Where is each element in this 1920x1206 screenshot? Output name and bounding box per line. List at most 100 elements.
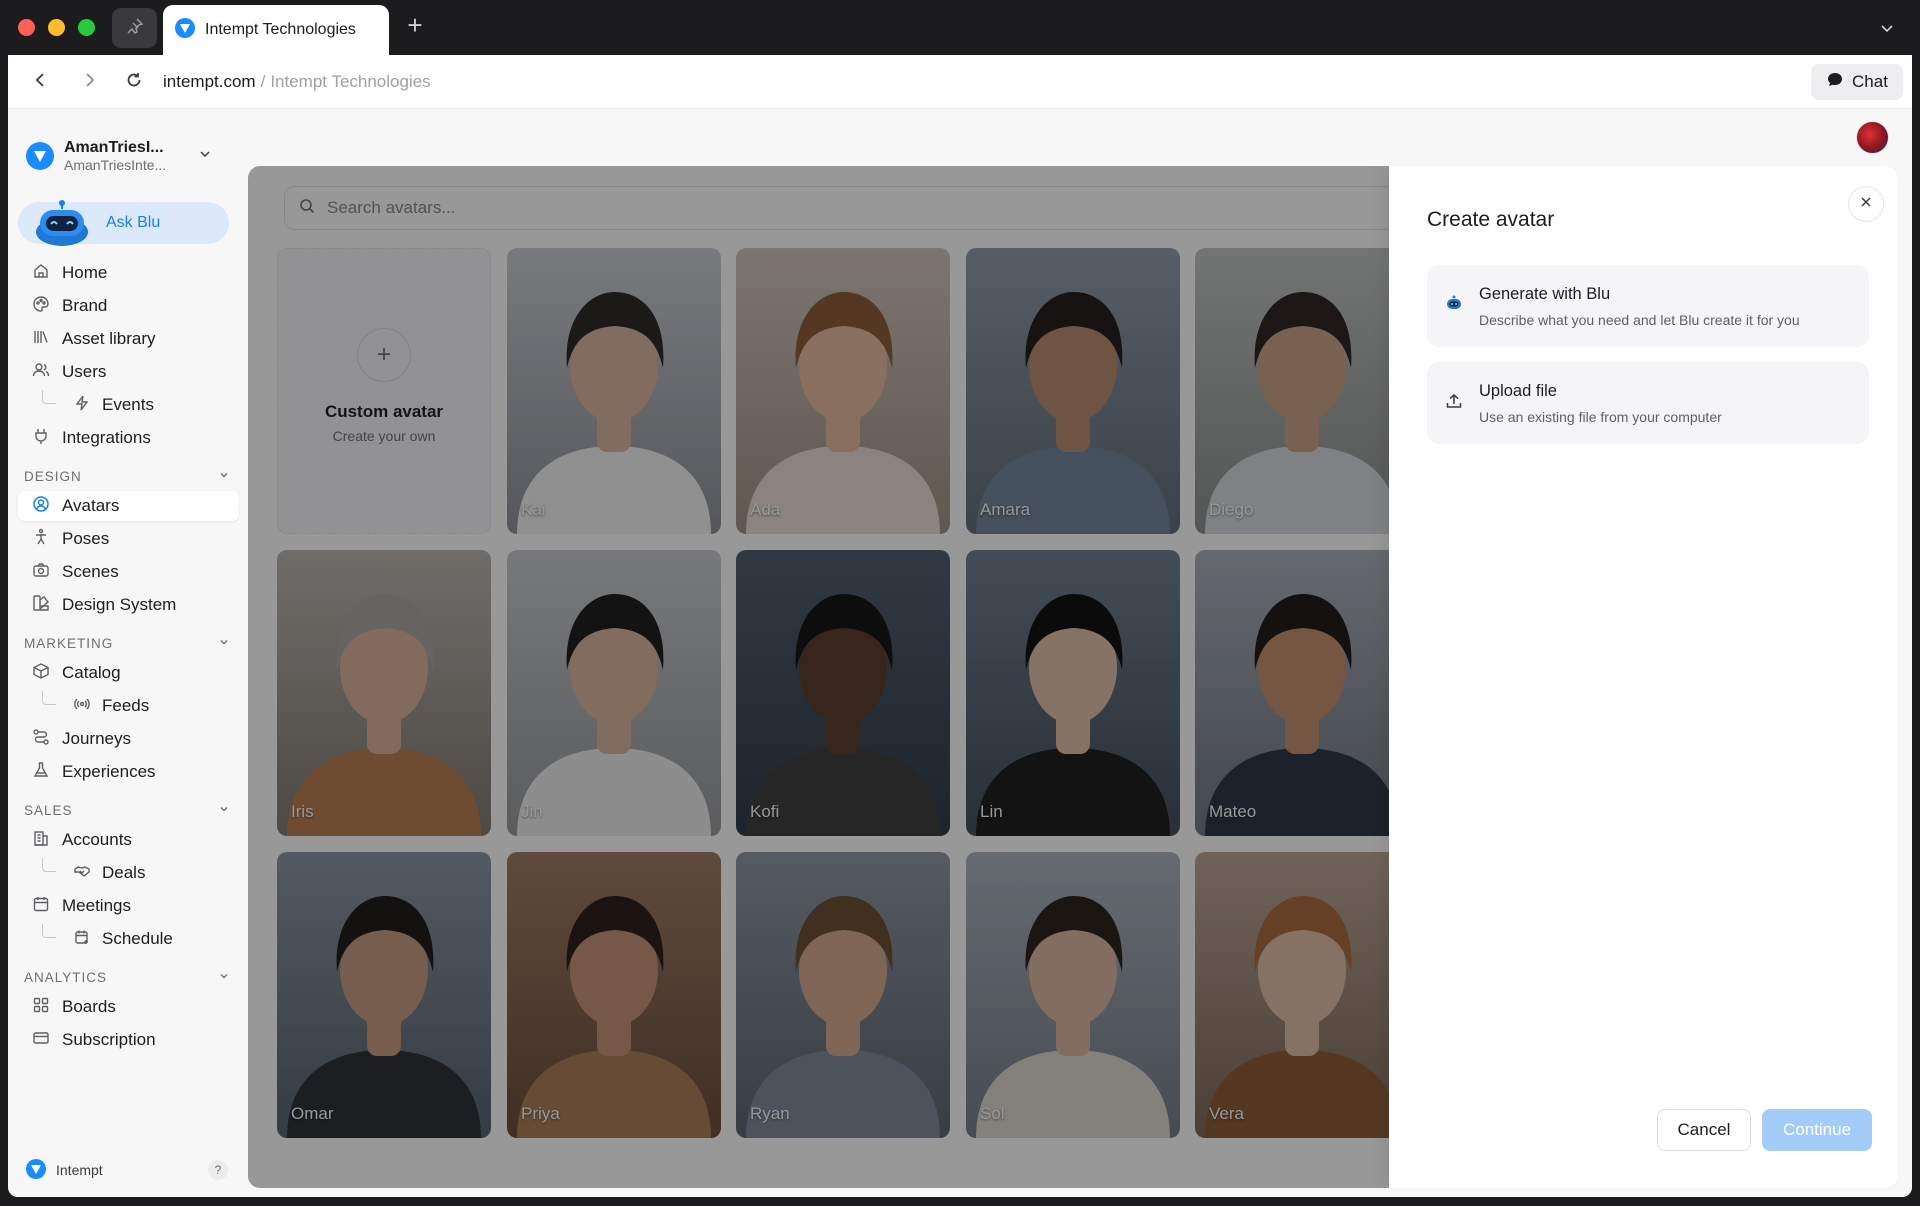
zoom-window-button[interactable] bbox=[78, 19, 95, 36]
browser-tab[interactable]: Intempt Technologies bbox=[163, 5, 389, 55]
ask-blu-label: Ask Blu bbox=[106, 214, 161, 231]
nav-asset-library[interactable]: Asset library bbox=[18, 324, 239, 354]
nav-users[interactable]: Users bbox=[18, 357, 239, 387]
new-tab-button[interactable]: + bbox=[400, 10, 430, 40]
nav-poses-label: Poses bbox=[62, 529, 110, 548]
user-avatar[interactable] bbox=[1856, 121, 1889, 154]
nav-schedule[interactable]: Schedule bbox=[18, 924, 239, 954]
create-avatar-dialog: Create avatar Generate with Blu Describe… bbox=[1389, 166, 1898, 1188]
blu-robot-icon bbox=[1445, 295, 1463, 318]
section-marketing[interactable]: MARKETING bbox=[24, 633, 230, 653]
chevron-down-icon bbox=[218, 970, 230, 985]
sidebar: AmanTriesI... AmanTriesInte... Ask Blu H… bbox=[8, 109, 244, 1197]
url-domain: intempt.com bbox=[163, 72, 256, 91]
browser-titlebar: Intempt Technologies + bbox=[0, 0, 1920, 55]
grid-icon bbox=[32, 996, 50, 1019]
nav-home[interactable]: Home bbox=[18, 258, 239, 288]
nav-scenes[interactable]: Scenes bbox=[18, 557, 239, 587]
nav-brand-label: Brand bbox=[62, 296, 108, 315]
back-button[interactable] bbox=[26, 67, 56, 97]
intempt-logo-icon bbox=[26, 1158, 46, 1182]
home-icon bbox=[32, 262, 50, 285]
section-design-label: DESIGN bbox=[24, 468, 82, 484]
chat-button[interactable]: Chat bbox=[1811, 64, 1903, 100]
reload-button[interactable] bbox=[119, 67, 149, 97]
chevron-down-icon bbox=[218, 469, 230, 484]
nav-design-system[interactable]: Design System bbox=[18, 590, 239, 620]
nav-journeys-label: Journeys bbox=[62, 729, 131, 748]
route-icon bbox=[32, 728, 50, 751]
upload-file-option[interactable]: Upload file Use an existing file from yo… bbox=[1427, 362, 1869, 444]
pin-icon bbox=[125, 16, 145, 41]
workspace-name: AmanTriesI... bbox=[64, 138, 164, 156]
nav-poses[interactable]: Poses bbox=[18, 524, 239, 554]
workspace-subtitle: AmanTriesInte... bbox=[64, 157, 167, 174]
chevron-left-icon bbox=[32, 71, 50, 94]
close-window-button[interactable] bbox=[18, 19, 35, 36]
close-dialog-button[interactable] bbox=[1848, 186, 1884, 222]
option-title: Upload file bbox=[1479, 381, 1557, 400]
continue-button[interactable]: Continue bbox=[1762, 1109, 1872, 1151]
chevron-right-icon bbox=[80, 71, 98, 94]
nav-brand[interactable]: Brand bbox=[18, 291, 239, 321]
flask-icon bbox=[32, 761, 50, 784]
address-bar[interactable]: intempt.com / Intempt Technologies bbox=[153, 63, 1453, 101]
nav-boards-label: Boards bbox=[62, 997, 116, 1016]
nav-meetings[interactable]: Meetings bbox=[18, 891, 239, 921]
help-button[interactable]: ? bbox=[208, 1160, 228, 1180]
nav-deals[interactable]: Deals bbox=[18, 858, 239, 888]
reload-icon bbox=[125, 71, 143, 94]
url-page-title: Intempt Technologies bbox=[270, 72, 431, 91]
forward-button[interactable] bbox=[74, 67, 104, 97]
nav-events[interactable]: Events bbox=[18, 390, 239, 420]
nav-integrations-label: Integrations bbox=[62, 428, 151, 447]
chevron-down-icon bbox=[218, 636, 230, 651]
url-separator: / bbox=[260, 72, 266, 91]
nav-catalog[interactable]: Catalog bbox=[18, 658, 239, 688]
browser-window: intempt.com / Intempt Technologies Chat … bbox=[8, 55, 1912, 1197]
nav-experiences[interactable]: Experiences bbox=[18, 757, 239, 787]
section-analytics-label: ANALYTICS bbox=[24, 969, 108, 985]
footer-brand: Intempt bbox=[56, 1162, 103, 1178]
nav-meetings-label: Meetings bbox=[62, 896, 131, 915]
users-icon bbox=[32, 361, 50, 384]
nav-schedule-label: Schedule bbox=[102, 929, 173, 948]
section-marketing-label: MARKETING bbox=[24, 635, 114, 651]
nav-subscription-label: Subscription bbox=[62, 1030, 156, 1049]
cancel-button[interactable]: Cancel bbox=[1657, 1109, 1751, 1151]
swatch-book-icon bbox=[32, 594, 50, 617]
nav-subscription[interactable]: Subscription bbox=[18, 1025, 239, 1055]
section-design[interactable]: DESIGN bbox=[24, 466, 230, 486]
intempt-logo-icon bbox=[175, 17, 195, 43]
nav-design-system-label: Design System bbox=[62, 595, 177, 614]
nav-boards[interactable]: Boards bbox=[18, 992, 239, 1022]
minimize-window-button[interactable] bbox=[48, 19, 65, 36]
option-description: Use an existing file from your computer bbox=[1479, 408, 1722, 425]
bolt-icon bbox=[74, 395, 90, 416]
pin-tab-button[interactable] bbox=[112, 8, 157, 48]
workspace-switcher[interactable]: AmanTriesI... AmanTriesInte... bbox=[26, 134, 226, 178]
palette-icon bbox=[32, 295, 50, 318]
nav-avatars[interactable]: Avatars bbox=[18, 491, 239, 521]
blu-robot-icon bbox=[32, 200, 92, 246]
nav-accounts[interactable]: Accounts bbox=[18, 825, 239, 855]
section-analytics[interactable]: ANALYTICS bbox=[24, 967, 230, 987]
generate-with-blu-option[interactable]: Generate with Blu Describe what you need… bbox=[1427, 265, 1869, 347]
figure-icon bbox=[32, 528, 50, 551]
option-title: Generate with Blu bbox=[1479, 284, 1611, 303]
nav-catalog-label: Catalog bbox=[62, 663, 121, 682]
nav-integrations[interactable]: Integrations bbox=[18, 423, 239, 453]
nav-asset-library-label: Asset library bbox=[62, 329, 156, 348]
broadcast-icon bbox=[74, 696, 90, 717]
nav-feeds[interactable]: Feeds bbox=[18, 691, 239, 721]
building-icon bbox=[32, 829, 50, 852]
library-icon bbox=[32, 328, 50, 351]
option-description: Describe what you need and let Blu creat… bbox=[1479, 311, 1800, 328]
chevron-down-icon bbox=[198, 147, 212, 166]
section-sales[interactable]: SALES bbox=[24, 800, 230, 820]
nav-journeys[interactable]: Journeys bbox=[18, 724, 239, 754]
tab-list-chevron-icon[interactable] bbox=[1873, 14, 1901, 42]
nav-feeds-label: Feeds bbox=[102, 696, 150, 715]
nav-home-label: Home bbox=[62, 263, 108, 282]
upload-icon bbox=[1445, 392, 1463, 415]
